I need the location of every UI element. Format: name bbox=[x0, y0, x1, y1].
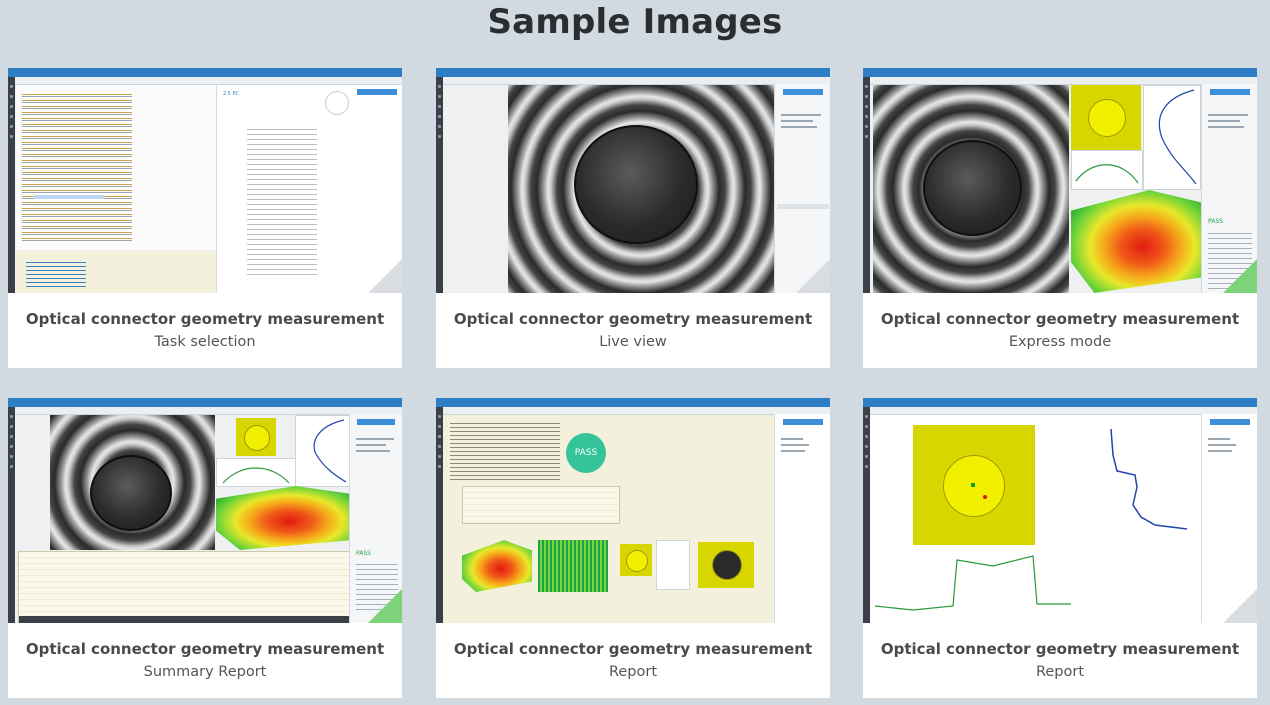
app-header bbox=[863, 398, 1257, 407]
surface-image bbox=[236, 418, 276, 456]
toolbar bbox=[436, 407, 830, 415]
surface-image bbox=[1071, 85, 1141, 150]
app-header bbox=[8, 68, 402, 77]
app-sidebar bbox=[8, 77, 15, 293]
profile-plot-horizontal bbox=[1071, 150, 1143, 190]
pass-status: PASS bbox=[1208, 218, 1223, 225]
card-title: Optical connector geometry measurement bbox=[453, 640, 813, 658]
measure-button[interactable] bbox=[783, 89, 823, 95]
toolbar bbox=[863, 407, 1257, 415]
connector-type-label: 2.5 PC bbox=[223, 91, 240, 97]
sample-card-report-2[interactable]: Optical connector geometry measurement R… bbox=[863, 398, 1257, 698]
toolbar bbox=[8, 407, 402, 415]
card-subtitle: Task selection bbox=[154, 334, 256, 350]
profile-plot-horizontal bbox=[216, 458, 296, 487]
app-header bbox=[436, 398, 830, 407]
summary-table bbox=[18, 551, 350, 623]
horizontal-profile-plot bbox=[873, 548, 1073, 618]
app-sidebar bbox=[8, 407, 15, 623]
sample-card-express-mode[interactable]: PASS Optical connector geometry measurem… bbox=[863, 68, 1257, 368]
new-measure-button[interactable] bbox=[783, 419, 823, 425]
3d-surface-map bbox=[1071, 190, 1201, 293]
interferogram bbox=[50, 415, 215, 550]
info-icon bbox=[325, 91, 349, 115]
sample-card-task-selection[interactable]: 2.5 PC Optical connector geometry measur… bbox=[8, 68, 402, 368]
right-panel bbox=[774, 414, 830, 623]
surface-image bbox=[913, 425, 1035, 545]
task-tree bbox=[16, 85, 217, 250]
screenshot-summary-report[interactable]: PASS bbox=[8, 398, 402, 623]
card-title: Optical connector geometry measurement bbox=[880, 640, 1240, 658]
card-subtitle: Summary Report bbox=[143, 664, 267, 680]
card-subtitle: Report bbox=[608, 664, 658, 680]
interferogram bbox=[873, 85, 1069, 293]
measure-button[interactable] bbox=[357, 419, 395, 425]
app-header bbox=[863, 68, 1257, 77]
card-title: Optical connector geometry measurement bbox=[25, 310, 385, 328]
toolbar bbox=[8, 77, 402, 85]
recent-tasks bbox=[16, 251, 217, 293]
results-table bbox=[462, 486, 620, 524]
card-title: Optical connector geometry measurement bbox=[880, 310, 1240, 328]
card-subtitle: Live view bbox=[599, 334, 667, 350]
sample-card-live-view[interactable]: Optical connector geometry measurement L… bbox=[436, 68, 830, 368]
screenshot-express-mode[interactable]: PASS bbox=[863, 68, 1257, 293]
report-params bbox=[450, 420, 560, 480]
page-title: Sample Images bbox=[487, 2, 783, 42]
toolbar bbox=[436, 77, 830, 85]
app-header bbox=[8, 398, 402, 407]
app-sidebar bbox=[863, 77, 870, 293]
app-sidebar bbox=[436, 407, 443, 623]
new-measure-button[interactable] bbox=[1210, 419, 1250, 425]
app-header bbox=[436, 68, 830, 77]
toolbar bbox=[863, 77, 1257, 85]
profile-plot-vertical bbox=[1143, 85, 1201, 190]
sample-card-summary-report[interactable]: PASS Optical connector geometry measurem… bbox=[8, 398, 402, 698]
pass-badge: PASS bbox=[566, 433, 606, 473]
screenshot-report-2[interactable] bbox=[863, 398, 1257, 623]
card-subtitle: Express mode bbox=[1008, 334, 1112, 350]
sample-card-report[interactable]: PASS Optical connector geometry measurem… bbox=[436, 398, 830, 698]
3d-surface-map bbox=[216, 486, 349, 550]
screenshot-task-selection[interactable]: 2.5 PC bbox=[8, 68, 402, 293]
live-interferogram bbox=[508, 85, 774, 293]
card-title: Optical connector geometry measurement bbox=[453, 310, 813, 328]
vertical-profile-plot bbox=[1075, 425, 1199, 545]
report-thumbnails bbox=[462, 536, 780, 596]
screenshot-report[interactable]: PASS bbox=[436, 398, 830, 623]
screenshot-live-view[interactable] bbox=[436, 68, 830, 293]
card-subtitle: Report bbox=[1035, 664, 1085, 680]
measure-button[interactable] bbox=[1210, 89, 1250, 95]
start-task-button[interactable] bbox=[357, 89, 397, 95]
pass-status: PASS bbox=[356, 550, 371, 557]
profile-plot-vertical bbox=[295, 415, 351, 487]
app-sidebar bbox=[436, 77, 443, 293]
app-sidebar bbox=[863, 407, 870, 623]
card-title: Optical connector geometry measurement bbox=[25, 640, 385, 658]
